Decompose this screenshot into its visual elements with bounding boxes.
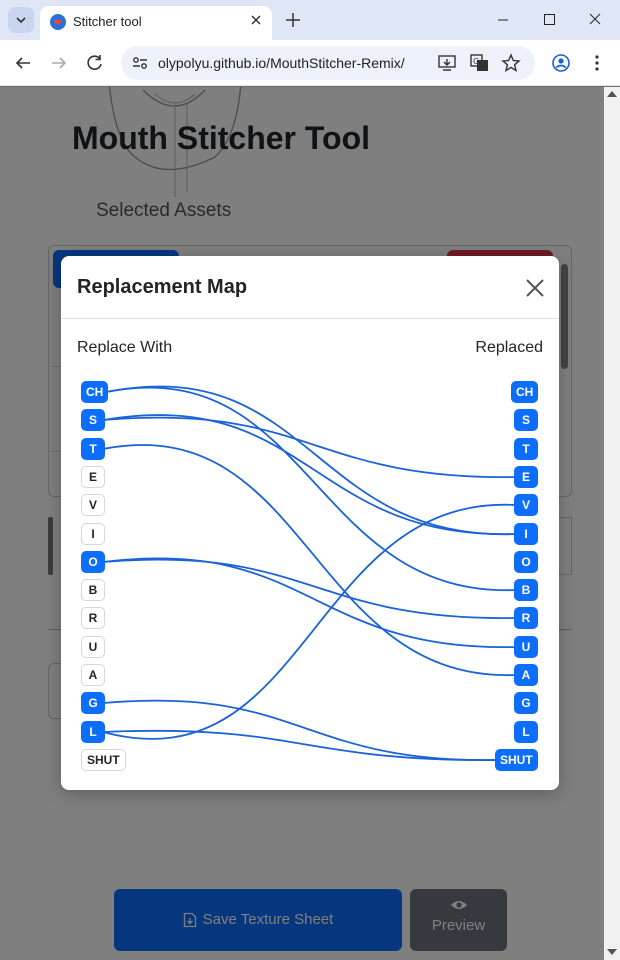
browser-toolbar: olypolyu.github.io/MouthStitcher-Remix/ … <box>0 40 620 86</box>
url-text[interactable]: olypolyu.github.io/MouthStitcher-Remix/ <box>158 55 405 71</box>
connection-lines <box>102 385 517 761</box>
replaced-chip-a[interactable]: A <box>514 664 538 686</box>
maximize-icon[interactable] <box>534 6 564 34</box>
replace-with-chip-a[interactable]: A <box>81 664 105 686</box>
tab-strip: Stitcher tool <box>0 0 620 40</box>
page-scrollbar[interactable] <box>604 87 620 960</box>
reload-icon[interactable] <box>83 51 107 75</box>
minimize-icon[interactable] <box>488 6 518 34</box>
replaced-chip-u[interactable]: U <box>514 635 538 658</box>
replaced-chip-t[interactable]: T <box>514 437 538 460</box>
browser-menu-icon[interactable] <box>585 51 609 75</box>
replace-with-chip-g[interactable]: G <box>81 692 105 715</box>
connection-line-l-shut <box>102 729 498 761</box>
replace-with-chip-l[interactable]: L <box>81 720 105 743</box>
forward-arrow-icon[interactable] <box>47 51 71 75</box>
browser-tab[interactable]: Stitcher tool <box>40 6 272 40</box>
replacement-map-modal: Replacement Map Replace With Replaced CH… <box>61 256 559 790</box>
site-info-icon[interactable] <box>128 51 152 75</box>
replaced-chip-shut[interactable]: SHUT <box>495 748 538 771</box>
scroll-down-arrow-icon[interactable] <box>607 949 617 955</box>
window-close-icon[interactable] <box>580 6 610 34</box>
profile-avatar-icon[interactable] <box>549 51 573 75</box>
replace-with-chip-t[interactable]: T <box>81 437 105 460</box>
back-arrow-icon[interactable] <box>11 51 35 75</box>
connection-line-l-v <box>102 504 517 740</box>
replaced-chip-i[interactable]: I <box>514 522 538 545</box>
replaced-chip-o[interactable]: O <box>514 550 538 573</box>
tab-search-button[interactable] <box>8 7 34 33</box>
chevron-down-icon <box>16 17 26 24</box>
replace-with-chip-e[interactable]: E <box>81 465 105 488</box>
replace-with-chip-shut[interactable]: SHUT <box>81 748 126 771</box>
install-app-icon[interactable] <box>436 52 458 74</box>
site-favicon-icon <box>50 14 66 30</box>
replaced-chip-v[interactable]: V <box>514 494 538 517</box>
tab-title: Stitcher tool <box>73 14 142 29</box>
replace-with-chip-u[interactable]: U <box>81 635 105 658</box>
replaced-chip-e[interactable]: E <box>514 465 538 488</box>
connection-line-o-r <box>102 558 517 619</box>
replace-with-chip-o[interactable]: O <box>81 550 105 573</box>
replace-with-chip-v[interactable]: V <box>81 494 105 517</box>
replaced-chip-s[interactable]: S <box>514 409 538 432</box>
replace-with-chip-s[interactable]: S <box>81 409 105 432</box>
new-tab-icon[interactable] <box>282 9 304 31</box>
replace-with-chip-i[interactable]: I <box>81 522 105 545</box>
replace-with-chip-r[interactable]: R <box>81 607 105 630</box>
address-bar[interactable]: olypolyu.github.io/MouthStitcher-Remix/ … <box>121 46 535 80</box>
bookmark-star-icon[interactable] <box>500 52 522 74</box>
replaced-chip-g[interactable]: G <box>514 692 538 715</box>
scroll-up-arrow-icon[interactable] <box>607 91 617 97</box>
tab-close-icon[interactable] <box>246 10 266 30</box>
replaced-chip-ch[interactable]: CH <box>511 381 539 403</box>
replace-with-chip-ch[interactable]: CH <box>81 381 109 403</box>
svg-text:G: G <box>473 57 479 66</box>
replaced-chip-r[interactable]: R <box>514 607 538 630</box>
replace-with-chip-b[interactable]: B <box>81 579 105 602</box>
replaced-chip-b[interactable]: B <box>514 579 538 602</box>
replaced-chip-l[interactable]: L <box>514 720 538 743</box>
translate-icon[interactable]: G <box>468 52 490 74</box>
